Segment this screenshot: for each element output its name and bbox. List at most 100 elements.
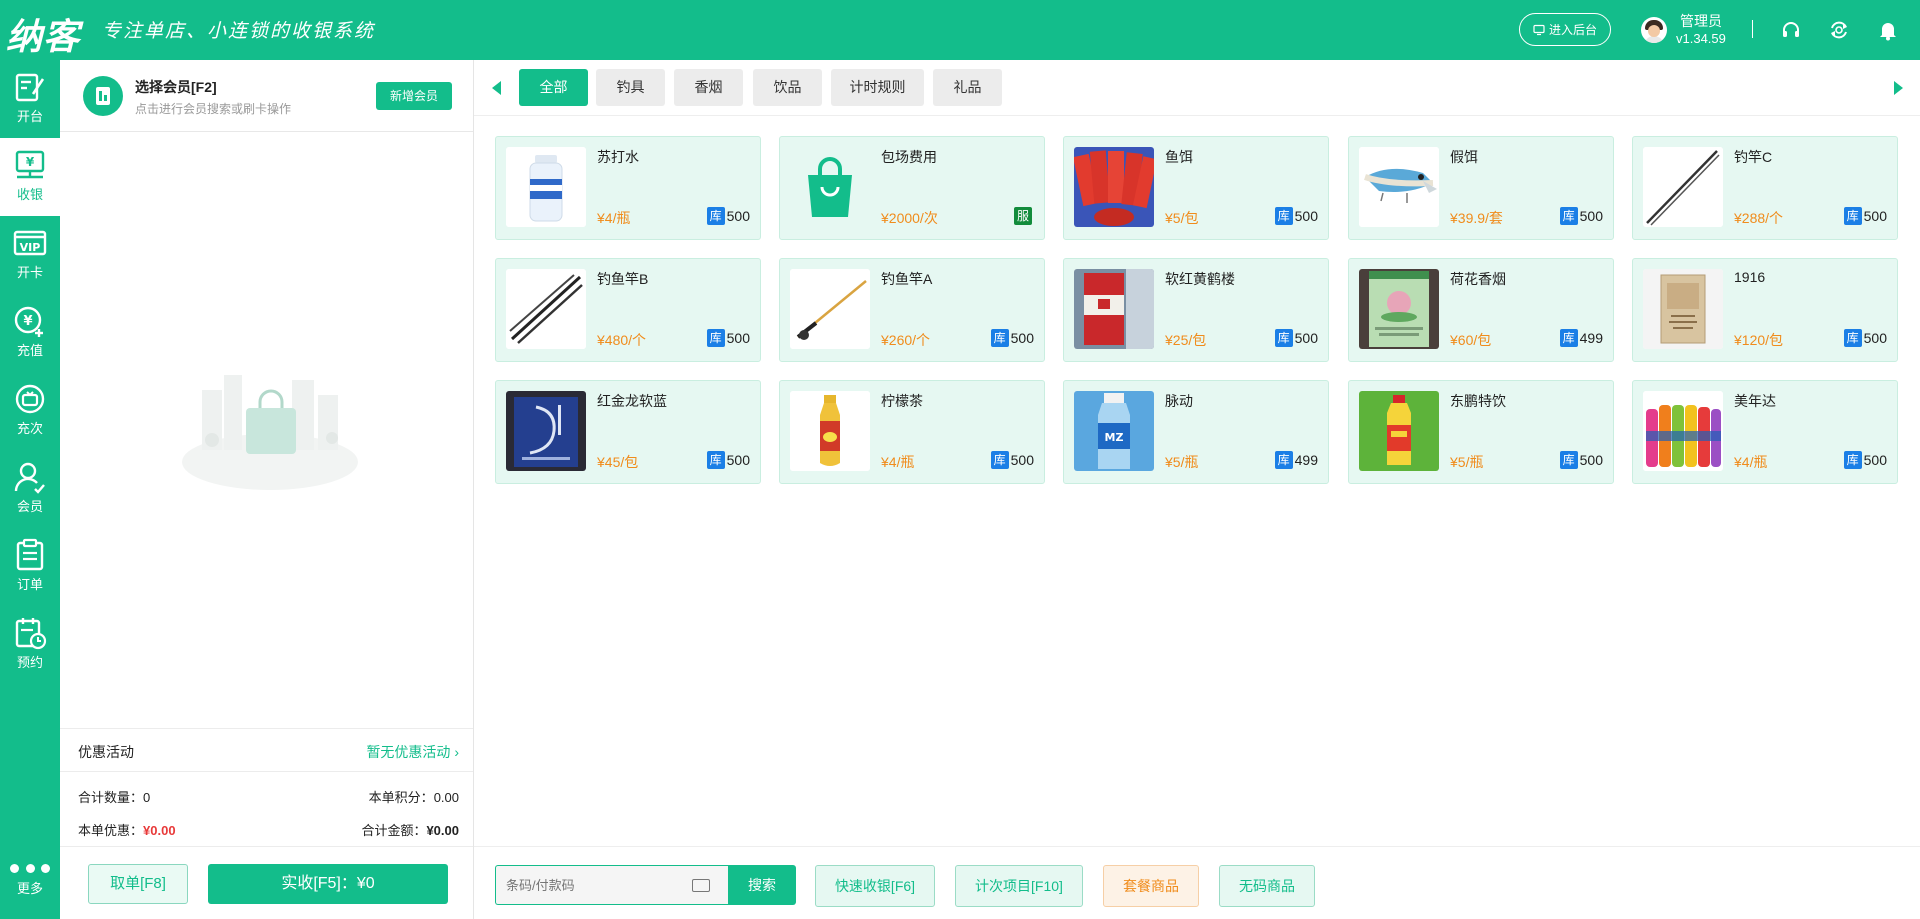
tab-gifts[interactable]: 礼品 bbox=[933, 69, 1002, 106]
product-card[interactable]: 假饵 ¥39.9/套 库 500 bbox=[1348, 136, 1614, 240]
add-member-button[interactable]: 新增会员 bbox=[376, 82, 452, 110]
tab-cigarettes[interactable]: 香烟 bbox=[674, 69, 743, 106]
product-price: ¥5/瓶 bbox=[1165, 454, 1199, 470]
stock-tag: 库 bbox=[706, 329, 725, 347]
product-stock: 库 500 bbox=[990, 451, 1034, 469]
member-hint: 点击进行会员搜索或刷卡操作 bbox=[135, 102, 292, 116]
product-image bbox=[1359, 269, 1439, 349]
scroll-left-icon[interactable] bbox=[492, 81, 501, 95]
product-price: ¥5/瓶 bbox=[1450, 454, 1484, 470]
stock-count: 500 bbox=[726, 208, 750, 224]
promotion-link[interactable]: 暂无优惠活动 › bbox=[366, 742, 459, 762]
product-image: MZ bbox=[1074, 391, 1154, 471]
enter-admin-button[interactable]: 进入后台 bbox=[1519, 13, 1611, 46]
stock-count: 499 bbox=[1579, 330, 1603, 346]
avatar[interactable] bbox=[1641, 17, 1667, 43]
cart-footer: 取单[F8] 实收[F5]：¥0 bbox=[60, 846, 473, 919]
product-card[interactable]: 软红黄鹤楼 ¥25/包 库 500 bbox=[1063, 258, 1329, 362]
promotion-label: 优惠活动 bbox=[78, 744, 134, 760]
sync-icon[interactable] bbox=[1828, 19, 1850, 41]
barcode-input[interactable] bbox=[506, 875, 681, 895]
quick-cash-button[interactable]: 快速收银[F6] bbox=[815, 865, 935, 907]
stock-tag: 库 bbox=[1843, 451, 1862, 469]
product-card[interactable]: 钓竿C ¥288/个 库 500 bbox=[1632, 136, 1898, 240]
sidebar-item-order[interactable]: 订单 bbox=[0, 528, 60, 606]
product-card[interactable]: 红金龙软蓝 ¥45/包 库 500 bbox=[495, 380, 761, 484]
stock-count: 499 bbox=[1294, 452, 1318, 468]
member-icon bbox=[14, 462, 45, 494]
product-stock: 库 500 bbox=[706, 451, 750, 469]
sidebar-item-vip-card[interactable]: VIP 开卡 bbox=[0, 216, 60, 294]
product-name: 钓鱼竿B bbox=[597, 271, 649, 287]
product-stock: 服 bbox=[1014, 207, 1034, 225]
service-tag: 服 bbox=[1014, 207, 1032, 225]
barcode-search bbox=[495, 865, 729, 905]
product-stock: 库 500 bbox=[1274, 207, 1318, 225]
stock-tag: 库 bbox=[706, 207, 725, 225]
count-items-button[interactable]: 计次项目[F10] bbox=[955, 865, 1083, 907]
promotion-row[interactable]: 优惠活动 暂无优惠活动 › bbox=[60, 728, 473, 772]
product-card[interactable]: 钓鱼竿A ¥260/个 库 500 bbox=[779, 258, 1045, 362]
tab-all[interactable]: 全部 bbox=[519, 69, 588, 106]
product-image bbox=[1643, 391, 1723, 471]
bell-icon[interactable] bbox=[1877, 19, 1899, 41]
sidebar-item-member[interactable]: 会员 bbox=[0, 450, 60, 528]
app-logo: 纳客 bbox=[6, 16, 81, 58]
product-name: 钓鱼竿A bbox=[881, 271, 933, 287]
tab-drinks[interactable]: 饮品 bbox=[753, 69, 822, 106]
product-card[interactable]: 1916 ¥120/包 库 500 bbox=[1632, 258, 1898, 362]
svg-text:¥: ¥ bbox=[26, 155, 35, 169]
package-goods-button[interactable]: 套餐商品 bbox=[1103, 865, 1199, 907]
order-total: 合计金额：¥0.00 bbox=[361, 820, 459, 839]
sidebar-item-cashier[interactable]: ¥ 收银 bbox=[0, 138, 60, 216]
scroll-right-icon[interactable] bbox=[1894, 81, 1903, 95]
product-card[interactable]: 柠檬茶 ¥4/瓶 库 500 bbox=[779, 380, 1045, 484]
stock-count: 500 bbox=[1863, 208, 1887, 224]
product-card[interactable]: 鱼饵 ¥5/包 库 500 bbox=[1063, 136, 1329, 240]
sidebar-item-recharge[interactable]: ¥ 充值 bbox=[0, 294, 60, 372]
member-select[interactable]: 选择会员[F2] 点击进行会员搜索或刷卡操作 新增会员 bbox=[60, 60, 473, 132]
stock-count: 500 bbox=[1863, 330, 1887, 346]
stock-count: 500 bbox=[1579, 208, 1603, 224]
order-points-value: 0.00 bbox=[433, 790, 459, 805]
sidebar-item-open-table[interactable]: 开台 bbox=[0, 60, 60, 138]
total-quantity-value: 0 bbox=[143, 790, 151, 805]
search-button[interactable]: 搜索 bbox=[728, 865, 796, 905]
sidebar-item-label: 开卡 bbox=[16, 265, 43, 280]
tab-fishing-gear[interactable]: 钓具 bbox=[596, 69, 665, 106]
product-image bbox=[790, 391, 870, 471]
vip-card-icon: VIP bbox=[13, 230, 47, 256]
sidebar-item-recharge-times[interactable]: 充次 bbox=[0, 372, 60, 450]
reservation-icon bbox=[15, 618, 47, 650]
stock-tag: 库 bbox=[1559, 451, 1578, 469]
product-card[interactable]: 钓鱼竿B ¥480/个 库 500 bbox=[495, 258, 761, 362]
product-name: 包场费用 bbox=[881, 149, 937, 165]
order-total-label: 合计金额： bbox=[361, 823, 427, 838]
promotion-value: 暂无优惠活动 bbox=[366, 744, 451, 760]
headset-icon[interactable] bbox=[1780, 19, 1802, 41]
product-image bbox=[1359, 147, 1439, 227]
product-image bbox=[1074, 269, 1154, 349]
product-card[interactable]: 东鹏特饮 ¥5/瓶 库 500 bbox=[1348, 380, 1614, 484]
product-card[interactable]: 苏打水 ¥4/瓶 库 500 bbox=[495, 136, 761, 240]
keyboard-icon[interactable] bbox=[692, 879, 710, 892]
stock-tag: 库 bbox=[1274, 329, 1293, 347]
sidebar-more[interactable]: 更多 bbox=[0, 840, 60, 919]
svg-text:MZ: MZ bbox=[1105, 431, 1124, 444]
product-card[interactable]: 美年达 ¥4/瓶 库 500 bbox=[1632, 380, 1898, 484]
more-icon bbox=[10, 864, 50, 874]
checkout-button[interactable]: 实收[F5]：¥0 bbox=[208, 864, 448, 904]
product-stock: 库 500 bbox=[1843, 329, 1887, 347]
product-image bbox=[506, 269, 586, 349]
total-quantity-label: 合计数量： bbox=[78, 790, 144, 805]
take-order-button[interactable]: 取单[F8] bbox=[88, 864, 188, 904]
product-card[interactable]: 荷花香烟 ¥60/包 库 499 bbox=[1348, 258, 1614, 362]
product-card[interactable]: 包场费用 ¥2000/次 服 bbox=[779, 136, 1045, 240]
tab-timing-rules[interactable]: 计时规则 bbox=[831, 69, 924, 106]
product-card[interactable]: MZ 脉动 ¥5/瓶 库 499 bbox=[1063, 380, 1329, 484]
divider bbox=[1752, 20, 1753, 38]
stock-tag: 库 bbox=[1559, 329, 1578, 347]
sidebar-item-reservation[interactable]: 预约 bbox=[0, 606, 60, 684]
monitor-icon bbox=[1533, 24, 1545, 35]
no-barcode-goods-button[interactable]: 无码商品 bbox=[1219, 865, 1315, 907]
